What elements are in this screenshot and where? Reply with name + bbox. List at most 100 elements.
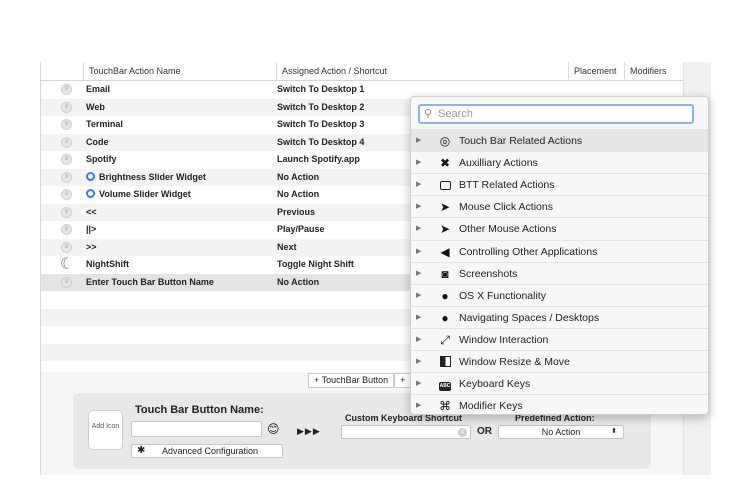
moon-icon: ☾ [60,256,75,273]
camera-icon: ◙ [441,266,449,281]
menu-item-touch-bar-related-actions[interactable]: ▶ ◎ Touch Bar Related Actions [411,129,708,152]
row-action: Switch To Desktop 3 [277,119,365,129]
search-box[interactable]: ⚲ [418,104,694,124]
disclosure-arrow-icon: ▶ [416,291,422,299]
menu-item-label: Navigating Spaces / Desktops [459,311,600,324]
menu-item-label: Touch Bar Related Actions [459,135,583,147]
row-action: Play/Pause [277,224,325,234]
drag-handle-icon[interactable]: ≡ [61,171,72,183]
column-header-placement[interactable]: Placement [568,62,624,81]
drag-handle-icon[interactable]: ≡ [61,241,72,253]
menu-item-modifier-keys[interactable]: ▶ ⌘ Modifier Keys [411,394,708,416]
row-action: Next [277,241,297,252]
button-name-input[interactable] [131,421,262,437]
menu-item-label: Keyboard Keys [459,378,531,391]
gear-icon: ✱ [137,445,146,456]
command-icon: ⌘ [439,399,451,414]
cursor-icon: ➤ [439,200,451,215]
disclosure-arrow-icon: ▶ [416,203,422,211]
column-header-name[interactable]: TouchBar Action Name [83,62,279,81]
advanced-config-label: Advanced Configuration [162,446,259,456]
search-input[interactable] [438,107,688,121]
menu-item-btt-related-actions[interactable]: ▶ BTT Related Actions [411,173,708,195]
disclosure-arrow-icon: ▶ [416,402,422,410]
row-name: Terminal [86,119,123,129]
drag-handle-icon[interactable]: ≡ [61,101,72,113]
menu-item-controlling-other-applications[interactable]: ▶ ◀ Controlling Other Applications [411,239,708,262]
disclosure-arrow-icon: ▶ [416,380,422,388]
drag-handle-icon[interactable]: ≡ [61,154,72,165]
add-touchbar-button[interactable]: + TouchBar Button [308,373,395,388]
menu-item-other-mouse-actions[interactable]: ▶ ➤ Other Mouse Actions [411,217,708,239]
brightness-widget-icon [86,171,95,181]
apple-icon: ● [441,310,449,325]
row-name: Code [86,136,109,147]
column-header-modifiers[interactable]: Modifiers [624,62,683,81]
row-action: Switch To Desktop 4 [277,136,365,147]
action-category-popup: ⚲ ▶ ◎ Touch Bar Related Actions ▶ ✖ Auxi… [410,96,709,415]
add-icon-button[interactable]: Add Icon [88,410,123,450]
menu-item-label: OS X Functionality [459,289,546,302]
updown-chevron-icon: ⬍ [611,428,617,435]
row-name: Brightness Slider Widget [99,171,206,182]
menu-item-label: Window Resize & Move [459,356,570,368]
row-action: No Action [277,276,320,287]
menu-item-label: Modifier Keys [459,400,523,413]
advanced-config-button[interactable]: ✱ Advanced Configuration [131,444,283,458]
menu-item-screenshots[interactable]: ▶ ◙ Screenshots [411,261,708,284]
arrows-indicator: ▶▶▶ [297,426,321,436]
menu-item-osx-functionality[interactable]: ▶ ● OS X Functionality [411,283,708,306]
menu-item-label: BTT Related Actions [459,179,555,192]
row-name: Email [86,84,111,94]
table-toolbar: + TouchBar Button + [308,373,412,388]
row-action: No Action [277,171,320,182]
search-icon: ⚲ [424,108,433,120]
row-action: Launch Spotify.app [277,154,360,164]
drag-handle-icon[interactable]: ≡ [61,224,72,235]
disclosure-arrow-icon: ▶ [416,247,422,255]
menu-item-label: Controlling Other Applications [459,245,598,258]
row-action: No Action [277,189,320,199]
disclosure-arrow-icon: ▶ [416,181,422,189]
drag-handle-icon[interactable]: ≡ [61,119,72,130]
drag-handle-icon[interactable]: ≡ [61,84,72,95]
drag-handle-icon[interactable]: ≡ [61,136,72,148]
row-name-cell: Volume Slider Widget [86,186,191,204]
row-name: << [86,206,97,217]
or-label: OR [477,426,492,437]
drag-handle-icon[interactable]: ≡ [61,276,72,288]
keyboard-shortcut-field[interactable]: × [341,425,471,439]
menu-item-label: Window Interaction [459,333,549,346]
menu-item-mouse-click-actions[interactable]: ▶ ➤ Mouse Click Actions [411,195,708,217]
predefined-action-select[interactable]: No Action ⬍ [498,425,624,439]
abc-key-icon: ABC [438,382,452,392]
row-name: Enter Touch Bar Button Name [86,276,214,287]
drag-handle-icon[interactable]: ≡ [61,206,72,218]
touchbar-icon: ◎ [439,134,451,148]
row-name: Volume Slider Widget [99,189,191,199]
volume-widget-icon [86,189,95,198]
column-header-action[interactable]: Assigned Action / Shortcut [276,62,568,81]
menu-item-label: Auxilliary Actions [459,157,538,170]
emoji-picker-icon[interactable]: 😊 [267,422,280,436]
row-action: Previous [277,206,316,217]
clear-icon[interactable]: × [458,428,467,437]
disclosure-arrow-icon: ▶ [416,269,422,277]
disclosure-arrow-icon: ▶ [416,137,422,144]
menu-item-window-interaction[interactable]: ▶ ⤢ Window Interaction [411,327,708,350]
predefined-action-value: No Action [541,427,581,437]
row-name: Web [86,101,105,112]
menu-item-keyboard-keys[interactable]: ▶ ABC Keyboard Keys [411,372,708,394]
button-name-title: Touch Bar Button Name: [135,404,264,416]
menu-item-window-resize-move[interactable]: ▶ Window Resize & Move [411,350,708,372]
drag-handle-icon[interactable]: ≡ [61,189,72,200]
tools-icon: ✖ [439,156,451,171]
row-name: Spotify [86,154,117,164]
menu-item-label: Mouse Click Actions [459,201,553,214]
menu-item-navigating-spaces[interactable]: ▶ ● Navigating Spaces / Desktops [411,305,708,328]
row-name: ||> [86,224,97,234]
row-name: NightShift [86,259,129,269]
add-group-button[interactable]: + [394,373,412,388]
row-action: Switch To Desktop 1 [277,84,365,94]
menu-item-auxilliary-actions[interactable]: ▶ ✖ Auxilliary Actions [411,151,708,173]
